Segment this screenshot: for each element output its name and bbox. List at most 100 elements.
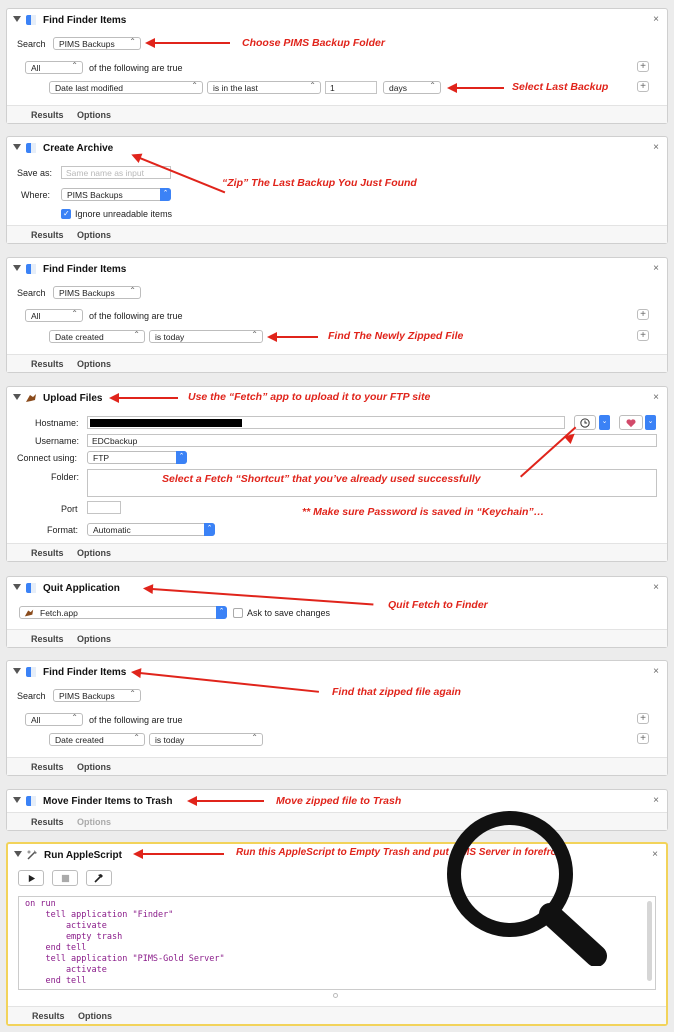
ignore-unreadable-label: Ignore unreadable items bbox=[75, 209, 173, 219]
results-tab[interactable]: Results bbox=[31, 762, 64, 772]
stop-icon bbox=[61, 874, 69, 883]
favorites-dropdown[interactable]: ⌄ bbox=[645, 415, 656, 430]
stop-script-button[interactable] bbox=[52, 870, 78, 886]
action-footer: Results Options bbox=[8, 1006, 666, 1024]
port-label: Port bbox=[61, 504, 78, 514]
condition-unit-select[interactable]: days bbox=[383, 81, 441, 94]
ask-to-save-checkbox[interactable] bbox=[233, 608, 243, 618]
close-icon[interactable]: × bbox=[653, 263, 659, 274]
hostname-field[interactable] bbox=[87, 416, 565, 429]
connect-using-select[interactable]: FTP ⌃ bbox=[87, 451, 187, 464]
disclosure-triangle-icon[interactable] bbox=[14, 851, 22, 857]
connect-value: FTP bbox=[93, 453, 110, 463]
condition-number-field[interactable]: 1 bbox=[325, 81, 377, 94]
compile-script-button[interactable] bbox=[86, 870, 112, 886]
match-text: of the following are true bbox=[89, 63, 183, 73]
applescript-icon bbox=[27, 850, 37, 860]
condition-field-select[interactable]: Date created bbox=[49, 330, 145, 343]
close-icon[interactable]: × bbox=[652, 849, 658, 860]
options-tab: Options bbox=[77, 817, 111, 827]
annotation-text: Select a Fetch “Shortcut” that you’ve al… bbox=[162, 473, 481, 485]
search-location-select[interactable]: PIMS Backups bbox=[53, 37, 141, 50]
disclosure-triangle-icon[interactable] bbox=[13, 797, 21, 803]
add-condition-button[interactable]: + bbox=[637, 713, 649, 724]
format-label: Format: bbox=[47, 525, 79, 535]
format-value: Automatic bbox=[93, 525, 131, 535]
action-create-archive: Create Archive × Save as: Same name as i… bbox=[6, 136, 668, 244]
action-title: Find Finder Items bbox=[43, 264, 127, 275]
shortcut-clock-button[interactable] bbox=[574, 415, 596, 430]
close-icon[interactable]: × bbox=[653, 14, 659, 25]
options-tab[interactable]: Options bbox=[77, 548, 111, 558]
action-find-finder-items-3: Find Finder Items × Search PIMS Backups … bbox=[6, 660, 668, 776]
close-icon[interactable]: × bbox=[653, 795, 659, 806]
resize-handle[interactable] bbox=[333, 993, 338, 998]
results-tab[interactable]: Results bbox=[31, 634, 64, 644]
port-field[interactable] bbox=[87, 501, 121, 514]
add-condition-button[interactable]: + bbox=[637, 81, 649, 92]
hostname-label: Hostname: bbox=[35, 418, 79, 428]
options-tab[interactable]: Options bbox=[77, 359, 111, 369]
where-select[interactable]: PIMS Backups ⌃ bbox=[61, 188, 171, 201]
clock-icon bbox=[580, 418, 590, 428]
save-as-field[interactable]: Same name as input bbox=[61, 166, 171, 179]
add-condition-button[interactable]: + bbox=[637, 733, 649, 744]
close-icon[interactable]: × bbox=[653, 582, 659, 593]
condition-operator-select[interactable]: is today bbox=[149, 330, 263, 343]
action-header: Find Finder Items × bbox=[7, 258, 667, 280]
disclosure-triangle-icon[interactable] bbox=[13, 394, 21, 400]
condition-field-select[interactable]: Date last modified bbox=[49, 81, 203, 94]
disclosure-triangle-icon[interactable] bbox=[13, 16, 21, 22]
options-tab[interactable]: Options bbox=[77, 634, 111, 644]
match-select[interactable]: All bbox=[25, 309, 83, 322]
editor-scrollbar[interactable] bbox=[647, 901, 652, 981]
annotation-arrow bbox=[187, 796, 264, 806]
add-condition-button[interactable]: + bbox=[637, 309, 649, 320]
disclosure-triangle-icon[interactable] bbox=[13, 265, 21, 271]
application-select[interactable]: Fetch.app ⌃ bbox=[19, 606, 227, 619]
search-label: Search bbox=[17, 39, 46, 49]
annotation-text: “Zip” The Last Backup You Just Found bbox=[222, 177, 417, 189]
ignore-unreadable-checkbox[interactable] bbox=[61, 209, 71, 219]
format-select[interactable]: Automatic ⌃ bbox=[87, 523, 215, 536]
disclosure-triangle-icon[interactable] bbox=[13, 584, 21, 590]
folder-label: Folder: bbox=[51, 472, 80, 482]
close-icon[interactable]: × bbox=[653, 392, 659, 403]
annotation-text: Find that zipped file again bbox=[332, 686, 461, 698]
results-tab[interactable]: Results bbox=[31, 359, 64, 369]
options-tab[interactable]: Options bbox=[78, 1011, 112, 1021]
connect-using-label: Connect using: bbox=[17, 453, 78, 463]
play-icon bbox=[28, 874, 35, 883]
annotation-arrow bbox=[133, 849, 224, 859]
fetch-icon bbox=[24, 609, 34, 617]
results-tab[interactable]: Results bbox=[32, 1011, 65, 1021]
results-tab[interactable]: Results bbox=[31, 110, 64, 120]
add-condition-button[interactable]: + bbox=[637, 330, 649, 341]
options-tab[interactable]: Options bbox=[77, 110, 111, 120]
action-footer: Results Options bbox=[7, 354, 667, 372]
add-condition-button[interactable]: + bbox=[637, 61, 649, 72]
action-footer: Results Options bbox=[7, 757, 667, 775]
search-location-select[interactable]: PIMS Backups bbox=[53, 689, 141, 702]
match-select[interactable]: All bbox=[25, 713, 83, 726]
options-tab[interactable]: Options bbox=[77, 230, 111, 240]
annotation-arrow bbox=[109, 393, 178, 403]
options-tab[interactable]: Options bbox=[77, 762, 111, 772]
match-select[interactable]: All bbox=[25, 61, 83, 74]
results-tab[interactable]: Results bbox=[31, 548, 64, 558]
results-tab[interactable]: Results bbox=[31, 817, 64, 827]
condition-operator-select[interactable]: is in the last bbox=[207, 81, 321, 94]
condition-field-select[interactable]: Date created bbox=[49, 733, 145, 746]
condition-operator-select[interactable]: is today bbox=[149, 733, 263, 746]
results-tab[interactable]: Results bbox=[31, 230, 64, 240]
close-icon[interactable]: × bbox=[653, 666, 659, 677]
run-script-button[interactable] bbox=[18, 870, 44, 886]
close-icon[interactable]: × bbox=[653, 142, 659, 153]
search-location-select[interactable]: PIMS Backups bbox=[53, 286, 141, 299]
favorites-button[interactable] bbox=[619, 415, 643, 430]
shortcut-dropdown[interactable]: ⌄ bbox=[599, 415, 610, 430]
action-title: Find Finder Items bbox=[43, 667, 127, 678]
disclosure-triangle-icon[interactable] bbox=[13, 144, 21, 150]
disclosure-triangle-icon[interactable] bbox=[13, 668, 21, 674]
action-find-finder-items-2: Find Finder Items × Search PIMS Backups … bbox=[6, 257, 668, 373]
